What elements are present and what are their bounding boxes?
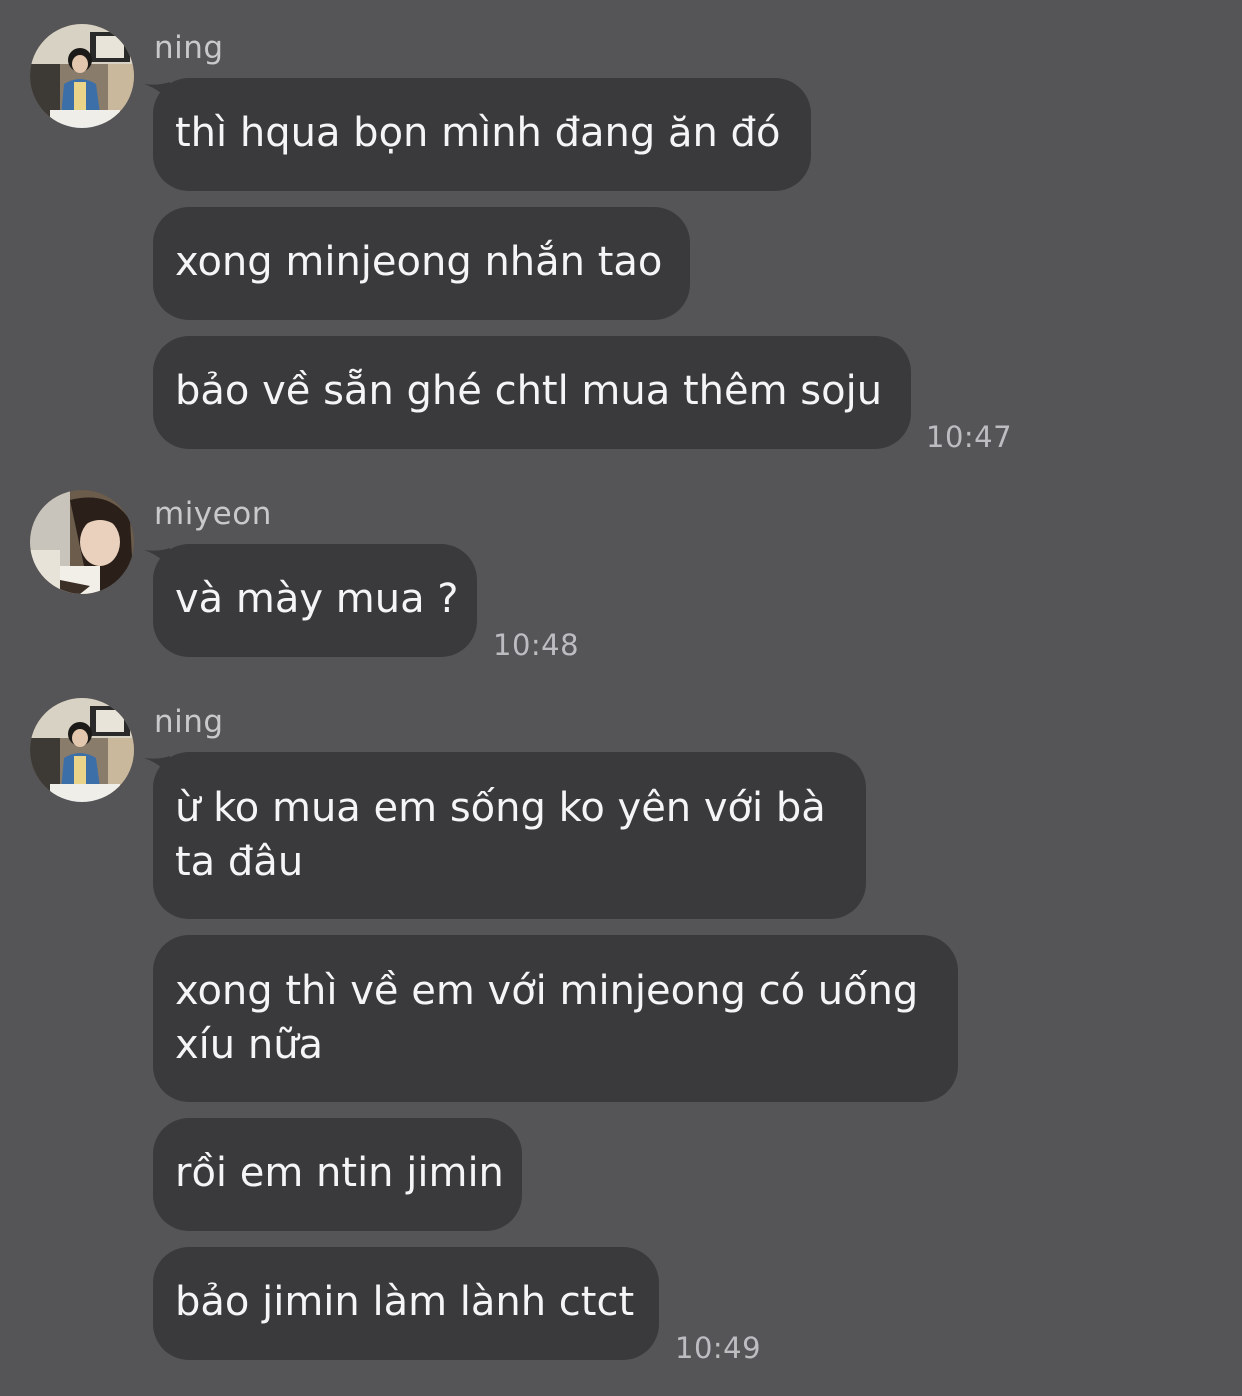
message-timestamp: 10:48 [493,628,580,662]
avatar-ning[interactable] [30,698,134,802]
message-bubble[interactable]: bảo về sẵn ghé chtl mua thêm soju [153,336,911,449]
message-text: bảo jimin làm lành ctct [175,1279,635,1325]
avatar-photo-ning-icon [30,24,134,128]
message-bubble[interactable]: thì hqua bọn mình đang ăn đó [153,78,811,191]
message-timestamp: 10:49 [675,1331,762,1365]
message-text: ừ ko mua em sống ko yên với bà ta đâu [175,785,826,885]
message-bubble[interactable]: rồi em ntin jimin [153,1118,522,1231]
message-text: rồi em ntin jimin [175,1150,504,1196]
sender-name: ning [154,704,224,740]
sender-name: ning [154,30,224,66]
message-text: bảo về sẵn ghé chtl mua thêm soju [175,368,883,414]
message-timestamp: 10:47 [926,420,1013,454]
message-text: và mày mua ? [175,576,459,622]
message-text: thì hqua bọn mình đang ăn đó [175,110,781,156]
sender-name: miyeon [154,496,272,532]
avatar-miyeon[interactable] [30,490,134,594]
message-text: xong minjeong nhắn tao [175,239,663,285]
message-bubble[interactable]: bảo jimin làm lành ctct [153,1247,659,1360]
avatar-photo-miyeon-icon [30,490,134,594]
message-text: xong thì về em với minjeong có uống xíu … [175,968,919,1068]
message-bubble[interactable]: và mày mua ? [153,544,477,657]
message-bubble[interactable]: ừ ko mua em sống ko yên với bà ta đâu [153,752,866,919]
message-bubble[interactable]: xong thì về em với minjeong có uống xíu … [153,935,958,1102]
avatar-ning[interactable] [30,24,134,128]
avatar-photo-ning-icon [30,698,134,802]
message-bubble[interactable]: xong minjeong nhắn tao [153,207,690,320]
